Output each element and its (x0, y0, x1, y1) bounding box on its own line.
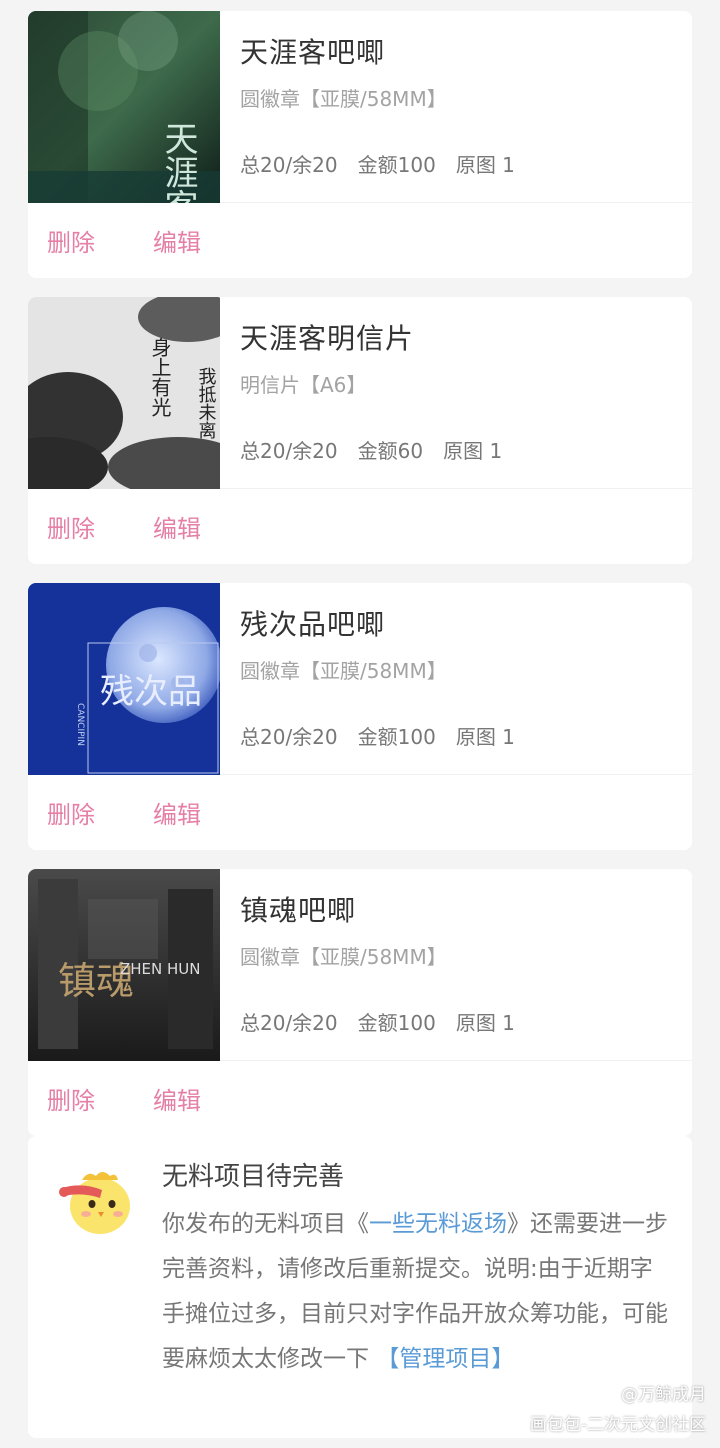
original-count: 原图 1 (455, 1011, 515, 1035)
stock-count: 总20/余20 (240, 725, 338, 749)
notice-title: 无料项目待完善 (162, 1162, 345, 1192)
amount: 金额60 (357, 439, 424, 463)
svg-text:天涯客: 天涯客 (158, 121, 198, 203)
project-stats: 总20/余20 金额100 原图 1 (240, 149, 515, 178)
project-spec: 明信片【A6】 (240, 373, 367, 397)
original-count: 原图 1 (455, 153, 515, 177)
project-thumbnail[interactable]: 残次品 CANCIPIN (28, 583, 220, 775)
edit-button[interactable]: 编辑 (153, 795, 201, 830)
svg-text:残次品: 残次品 (100, 672, 202, 712)
project-stats: 总20/余20 金额60 原图 1 (240, 435, 502, 464)
edit-button[interactable]: 编辑 (153, 1081, 201, 1116)
project-stats: 总20/余20 金额100 原图 1 (240, 721, 515, 750)
original-count: 原图 1 (443, 439, 503, 463)
delete-button[interactable]: 删除 (47, 223, 95, 258)
project-spec: 圆徽章【亚膜/58MM】 (240, 945, 447, 969)
project-title: 天涯客吧唧 (240, 36, 386, 69)
delete-button[interactable]: 删除 (47, 509, 95, 544)
notice-body: 你发布的无料项目《一些无料返场》还需要进一步完善资料，请修改后重新提交。说明:由… (162, 1202, 672, 1382)
project-title: 残次品吧唧 (240, 608, 386, 641)
project-card: 镇魂 ZHEN HUN 镇魂吧唧 圆徽章【亚膜/58MM】 总20/余20 金额… (28, 869, 692, 1136)
project-card: 身上有光 我抵未离 天涯客明信片 明信片【A6】 总20/余20 金额60 原图… (28, 297, 692, 564)
project-card: 残次品 CANCIPIN 残次品吧唧 圆徽章【亚膜/58MM】 总20/余20 … (28, 583, 692, 850)
project-spec: 圆徽章【亚膜/58MM】 (240, 659, 447, 683)
svg-text:我抵未离: 我抵未离 (196, 367, 217, 440)
project-stats: 总20/余20 金额100 原图 1 (240, 1007, 515, 1036)
forest-cover-image: 天涯客 (28, 11, 220, 203)
watermark-site: 画包包-二次元文创社区 (529, 1415, 706, 1435)
project-thumbnail[interactable]: 身上有光 我抵未离 (28, 297, 220, 489)
project-card: 天涯客 天涯客吧唧 圆徽章【亚膜/58MM】 总20/余20 金额100 原图 … (28, 11, 692, 278)
project-thumbnail[interactable]: 天涯客 (28, 11, 220, 203)
edit-button[interactable]: 编辑 (153, 223, 201, 258)
svg-text:ZHEN HUN: ZHEN HUN (120, 960, 201, 978)
project-title: 镇魂吧唧 (240, 894, 357, 927)
project-name-link[interactable]: 一些无料返场 (369, 1211, 507, 1237)
project-title: 天涯客明信片 (240, 322, 415, 355)
notice-message: 无料项目待完善 你发布的无料项目《一些无料返场》还需要进一步完善资料，请修改后重… (28, 1136, 692, 1438)
amount: 金额100 (357, 1011, 436, 1035)
amount: 金额100 (357, 725, 436, 749)
ruins-cover-image: 镇魂 ZHEN HUN (28, 869, 220, 1061)
edit-button[interactable]: 编辑 (153, 509, 201, 544)
original-count: 原图 1 (455, 725, 515, 749)
project-spec: 圆徽章【亚膜/58MM】 (240, 87, 447, 111)
chick-mascot-icon (56, 1158, 136, 1238)
svg-text:身上有光: 身上有光 (148, 337, 172, 417)
ink-painting-cover-image: 身上有光 我抵未离 (28, 297, 220, 489)
stock-count: 总20/余20 (240, 1011, 338, 1035)
delete-button[interactable]: 删除 (47, 1081, 95, 1116)
manage-project-link[interactable]: 【管理项目】 (376, 1346, 514, 1372)
project-list: 天涯客 天涯客吧唧 圆徽章【亚膜/58MM】 总20/余20 金额100 原图 … (28, 11, 692, 1155)
delete-button[interactable]: 删除 (47, 795, 95, 830)
watermark-author: @万鲸成月 (621, 1385, 706, 1405)
stock-count: 总20/余20 (240, 439, 338, 463)
amount: 金额100 (357, 153, 436, 177)
moon-cover-image: 残次品 CANCIPIN (28, 583, 220, 775)
svg-text:CANCIPIN: CANCIPIN (75, 703, 85, 746)
project-thumbnail[interactable]: 镇魂 ZHEN HUN (28, 869, 220, 1061)
stock-count: 总20/余20 (240, 153, 338, 177)
notice-body-prefix: 你发布的无料项目《 (162, 1211, 369, 1237)
